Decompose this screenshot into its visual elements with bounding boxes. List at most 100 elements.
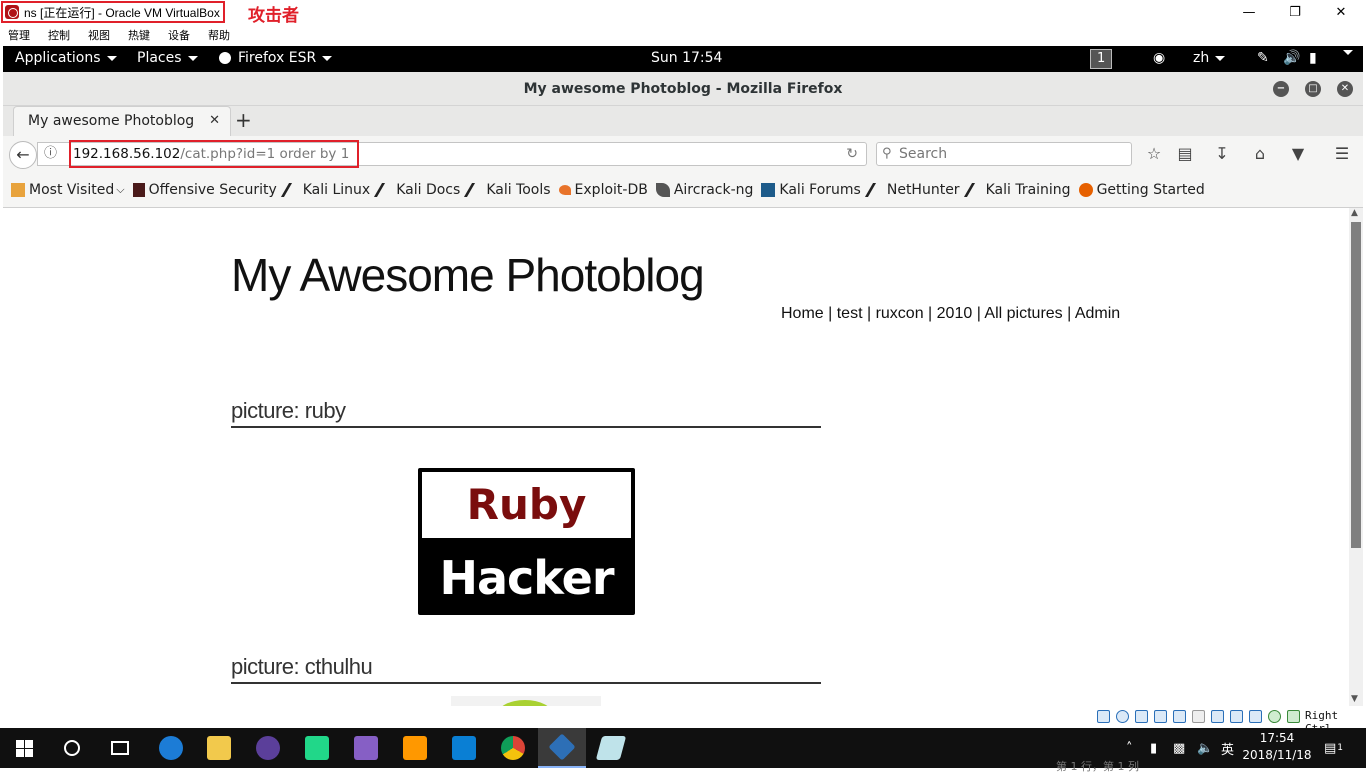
- library-icon[interactable]: ▤: [1174, 144, 1196, 166]
- optical-drive-icon[interactable]: [1116, 710, 1129, 723]
- action-center-icon[interactable]: ▤ 1: [1324, 728, 1343, 768]
- applications-menu[interactable]: Applications: [15, 50, 117, 66]
- pycharm-app[interactable]: [293, 728, 341, 768]
- visual-studio-app[interactable]: [342, 728, 390, 768]
- nav-home[interactable]: Home: [781, 305, 824, 322]
- tray-volume-icon[interactable]: 🔈: [1197, 728, 1213, 768]
- page-scrollbar[interactable]: ▲ ▼: [1349, 208, 1363, 706]
- restore-button[interactable]: ❐: [1272, 0, 1318, 24]
- close-button[interactable]: ✕: [1318, 0, 1364, 24]
- usb-icon[interactable]: [1173, 710, 1186, 723]
- back-button[interactable]: ←: [9, 141, 37, 169]
- language-selector[interactable]: zh: [1193, 50, 1226, 66]
- nav-admin[interactable]: Admin: [1075, 305, 1120, 322]
- gnome-clock[interactable]: Sun 17:54: [651, 50, 722, 66]
- cthulhu-image[interactable]: [451, 696, 601, 706]
- home-icon[interactable]: ⌂: [1249, 144, 1271, 166]
- file-explorer-app[interactable]: [195, 728, 243, 768]
- nav-2010[interactable]: 2010: [937, 305, 973, 322]
- downloads-icon[interactable]: ↧: [1211, 144, 1233, 166]
- scroll-down-icon[interactable]: ▼: [1351, 694, 1358, 704]
- nav-test[interactable]: test: [837, 305, 863, 322]
- ruby-hacker-image[interactable]: Ruby Hacker: [418, 468, 635, 615]
- cpu-icon[interactable]: [1249, 710, 1262, 723]
- ff-minimize-button[interactable]: −: [1273, 81, 1289, 97]
- search-input[interactable]: ⚲ Search: [876, 142, 1132, 166]
- bookmark-kali-forums[interactable]: Kali Forums: [761, 182, 861, 198]
- bookmark-kali-docs[interactable]: Kali Docs: [374, 182, 460, 198]
- bookmark-star-icon[interactable]: ☆: [1143, 144, 1165, 166]
- tab-photoblog[interactable]: My awesome Photoblog ✕: [13, 106, 231, 136]
- chrome-app[interactable]: [489, 728, 537, 768]
- nav-ruxcon[interactable]: ruxcon: [876, 305, 924, 322]
- recording-icon[interactable]: [1230, 710, 1243, 723]
- notes-icon: [595, 736, 627, 760]
- bookmark-exploit-db[interactable]: Exploit-DB: [558, 182, 648, 198]
- hdd-icon[interactable]: [1097, 710, 1110, 723]
- bookmark-label: Kali Linux: [302, 181, 371, 198]
- menu-view[interactable]: 视图: [88, 27, 110, 43]
- places-menu[interactable]: Places: [137, 50, 198, 66]
- display-icon[interactable]: [1211, 710, 1224, 723]
- bookmark-most-visited[interactable]: Most Visited ⌵: [11, 182, 125, 198]
- bookmark-nethunter[interactable]: NetHunter: [864, 182, 960, 198]
- system-menu[interactable]: [1337, 50, 1353, 55]
- pocket-icon[interactable]: ▼: [1287, 144, 1309, 166]
- menu-control[interactable]: 控制: [48, 27, 70, 43]
- ff-close-button[interactable]: ✕: [1337, 81, 1353, 97]
- virtualbox-cube-icon: [548, 733, 576, 761]
- bookmark-kali-training[interactable]: Kali Training: [963, 182, 1071, 198]
- url-host: 192.168.56.102: [73, 146, 181, 162]
- menu-manage[interactable]: 管理: [8, 27, 30, 43]
- new-tab-button[interactable]: +: [235, 108, 252, 132]
- search-button[interactable]: [48, 728, 96, 768]
- edge-app[interactable]: [147, 728, 195, 768]
- menu-hotkey[interactable]: 热键: [128, 27, 150, 43]
- vscode-app[interactable]: [440, 728, 488, 768]
- menu-help[interactable]: 帮助: [208, 27, 230, 43]
- nav-all-pictures[interactable]: All pictures: [984, 305, 1062, 322]
- notes-app[interactable]: [587, 728, 635, 768]
- clock-time: 17:54: [1259, 731, 1295, 745]
- tray-network-icon[interactable]: ▩: [1173, 728, 1185, 768]
- hamburger-menu-icon[interactable]: ☰: [1331, 144, 1353, 166]
- url-bar[interactable]: ⓘ 192.168.56.102/cat.php?id=1 order by 1…: [37, 140, 867, 168]
- battery-icon[interactable]: ▮: [1309, 50, 1317, 66]
- start-button[interactable]: [0, 728, 48, 768]
- scrollbar-thumb[interactable]: [1351, 222, 1361, 548]
- workspace-indicator[interactable]: 1: [1090, 49, 1113, 69]
- taskbar-clock[interactable]: 17:54 2018/11/18: [1242, 730, 1312, 764]
- info-icon[interactable]: ⓘ: [44, 143, 60, 165]
- task-view-button[interactable]: [96, 728, 144, 768]
- reload-icon[interactable]: ↻: [846, 143, 858, 165]
- bookmark-getting-started[interactable]: Getting Started: [1078, 182, 1205, 198]
- app-purple[interactable]: [244, 728, 292, 768]
- volume-icon[interactable]: 🔊: [1283, 50, 1300, 66]
- virtualbox-app[interactable]: [538, 728, 586, 768]
- sublime-app[interactable]: [391, 728, 439, 768]
- tab-close-icon[interactable]: ✕: [209, 107, 220, 135]
- bookmark-kali-linux[interactable]: Kali Linux: [280, 181, 371, 198]
- scroll-up-icon[interactable]: ▲: [1351, 208, 1358, 218]
- pen-icon[interactable]: ✎: [1257, 50, 1269, 66]
- vt-icon[interactable]: [1268, 710, 1281, 723]
- menu-devices[interactable]: 设备: [168, 27, 190, 43]
- mouse-integration-icon[interactable]: [1287, 710, 1300, 723]
- ff-maximize-button[interactable]: □: [1305, 81, 1321, 97]
- editor-status-text: 第 1 行，第 1 列: [1056, 760, 1139, 773]
- ime-indicator[interactable]: 英: [1221, 728, 1234, 768]
- bookmark-kali-tools[interactable]: Kali Tools: [464, 182, 551, 198]
- network-icon[interactable]: [1154, 710, 1167, 723]
- tray-battery-icon[interactable]: ▮: [1150, 728, 1157, 768]
- dropdown-arrow-icon: [1215, 55, 1226, 61]
- windows-logo-icon: [15, 739, 33, 757]
- firefox-app-menu[interactable]: Firefox ESR: [219, 50, 333, 66]
- picture-heading-ruby: picture: ruby: [231, 398, 821, 428]
- minimize-button[interactable]: —: [1226, 0, 1272, 24]
- bookmark-offensive-security[interactable]: Offensive Security: [132, 182, 277, 198]
- bookmark-aircrack-ng[interactable]: Aircrack-ng: [655, 182, 753, 198]
- users-icon[interactable]: ◉: [1153, 50, 1165, 66]
- shared-folder-icon[interactable]: [1192, 710, 1205, 723]
- audio-icon[interactable]: [1135, 710, 1148, 723]
- firefox-icon: [1078, 182, 1093, 197]
